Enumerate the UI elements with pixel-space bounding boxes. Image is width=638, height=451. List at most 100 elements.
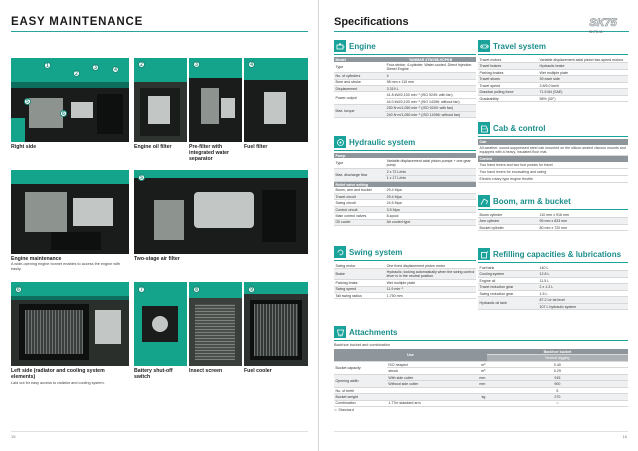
marker-battery-switch: 7 (138, 286, 145, 293)
hydraulic-table: Pump Type Variable displacement axial pis… (334, 153, 476, 227)
section-engine: Engine Model YANMAR 4TNV98-XCPKB Type Four… (334, 40, 476, 119)
section-swing: Swing system Swing motor One fixed displa… (334, 246, 476, 300)
cell-label: Combination (334, 400, 387, 408)
refill-table: Fuel tank 140 L Cooling system 12.8 L Engi… (478, 265, 628, 311)
marker-fuel-cooler: 9 (248, 286, 255, 293)
marker-1: 1 (44, 62, 51, 69)
caption-left-side: Left side (radiator and cooling system e… (11, 368, 105, 380)
caption-right-side: Right side (11, 144, 37, 150)
photo-two-stage-air-filter (134, 170, 308, 254)
cell-label: Gradeability (478, 95, 538, 103)
cell-value: ○ (486, 400, 628, 408)
title-rule-right (334, 31, 629, 32)
bucket-icon (334, 326, 346, 338)
cell-value: 240 N·m/1,050 min⁻¹ (ISO 14396: without … (385, 111, 476, 119)
marker-3: 3 (92, 64, 99, 71)
marker-6: 6 (60, 110, 67, 117)
hydraulic-icon (334, 136, 346, 148)
caption-fuel-filter: Fuel filter (244, 144, 268, 150)
marker-4: 4 (112, 66, 119, 73)
fuel-can-icon (478, 248, 490, 260)
marker-pre-filter: 3 (193, 61, 200, 68)
footer-rule-left (11, 431, 308, 432)
attachments-legend: ○: Standard (334, 408, 354, 413)
marker-fuel-filter: 4 (248, 61, 255, 68)
page-number-right: 16 (622, 434, 627, 439)
model-logo-text: SK75 (589, 17, 617, 28)
cab-description: All-weather, sound-suppressed steel cab … (478, 145, 628, 157)
specifications-title: Specifications (334, 16, 409, 28)
cell-label: Type (334, 158, 386, 170)
engine-icon (334, 40, 346, 52)
travel-section-title: Travel system (493, 41, 546, 51)
marker-2: 2 (73, 70, 80, 77)
swing-section-title: Swing system (349, 247, 403, 257)
cell-value: Four-stroke, 4-cylinder, Water-cooled, D… (385, 62, 476, 74)
section-attachments: Attachments Backhoe bucket and combinati… (334, 326, 628, 412)
marker-air-filter: 5 (138, 174, 145, 181)
refill-section-title: Refilling capacities & lubrications (493, 249, 622, 259)
photo-engine-maintenance (11, 170, 129, 254)
model-subtitle: SK75-11 (589, 30, 603, 34)
photo-fuel-cooler (244, 282, 308, 366)
cell-value: 80 mm x 720 mm (538, 224, 628, 232)
engine-section-title: Engine (349, 41, 376, 51)
cell-label: Max. discharge flow (334, 168, 386, 182)
page-title: EASY MAINTENANCE (11, 16, 144, 28)
cell-label: Hydraulic oil tank (478, 296, 538, 311)
travel-icon (478, 40, 490, 52)
caption-insect-screen: Insect screen (189, 368, 223, 374)
section-cab: Cab & control Cab All-weather, sound-sup… (478, 122, 628, 183)
caption-engine-oil-filter: Engine oil filter (134, 144, 172, 150)
marker-oil-filter: 2 (138, 61, 145, 68)
cell-value: 107 L hydraulic system (538, 303, 628, 311)
hydraulic-section-title: Hydraulic system (349, 137, 416, 147)
caption-battery-switch: Battery shut-off switch (134, 368, 173, 380)
section-hydraulic: Hydraulic system Pump Type Variable displ… (334, 136, 476, 227)
attachments-table: Use Backhoe bucket Normal digging Bucket … (334, 349, 628, 408)
cell-label: Bucket cylinder (478, 224, 538, 232)
page-spine (318, 0, 319, 451)
cell-label: Brake (334, 268, 386, 281)
cell-unit (463, 400, 487, 408)
boom-table: Boom cylinder 110 mm x 916 mm Arm cylinde… (478, 212, 628, 232)
cell-label: Type (334, 62, 386, 74)
control-line: Electric rotary type engine throttle (478, 176, 628, 183)
cell-value: Hydraulic; locking automatically when th… (385, 268, 476, 281)
marker-5: 5 (24, 98, 31, 105)
swing-icon (334, 246, 346, 258)
photo-insect-screen (189, 282, 242, 366)
photo-battery-switch (134, 282, 187, 366)
boom-section-title: Boom, arm & bucket (493, 196, 571, 206)
engine-table: Model YANMAR 4TNV98-XCPKB Type Four-stroke… (334, 57, 476, 119)
page-number-left: 15 (11, 434, 16, 439)
section-travel: Travel system Travel motors Variable disp… (478, 40, 628, 103)
cell-value: Air cooled type (385, 219, 476, 227)
cell-label: Bucket capacity (334, 361, 387, 375)
caption-two-stage-air-filter: Two-stage air filter (134, 256, 180, 262)
caption-pre-filter: Pre-filter with integrated water separat… (189, 144, 230, 162)
marker-insect-screen: 8 (193, 286, 200, 293)
cell-label: Tail swing radius (334, 292, 386, 300)
control-line: Two hand levers for excavating and swing (478, 169, 628, 176)
cell-cond: 1.77m standard arm (386, 400, 464, 408)
cell-label: Oil cooler (334, 219, 386, 227)
boom-icon (478, 195, 490, 207)
cell-value: Variable displacement axial piston pumps… (385, 158, 476, 170)
attachments-section-title: Attachments (349, 327, 398, 337)
cell-value: 58% (30°) (538, 95, 628, 103)
caption-left-side-desc: Laid out for easy access to radiator and… (11, 381, 105, 385)
photo-pre-filter (189, 58, 242, 142)
header-use: Use (334, 349, 487, 362)
photo-fuel-filter (244, 58, 308, 142)
model-logo: SK75 (580, 16, 626, 28)
caption-fuel-cooler: Fuel cooler (244, 368, 272, 374)
footer-rule-right (334, 431, 628, 432)
cab-icon (478, 122, 490, 134)
travel-table: Travel motors Variable displacement axial… (478, 57, 628, 103)
cell-value: 1,750 mm (385, 292, 476, 300)
cab-section-title: Cab & control (493, 123, 546, 133)
cell-label: Opening width (334, 374, 387, 388)
caption-engine-maintenance-desc: A wide-opening engine bonnet enables to … (11, 262, 121, 271)
cell-label: Power output (334, 91, 386, 106)
